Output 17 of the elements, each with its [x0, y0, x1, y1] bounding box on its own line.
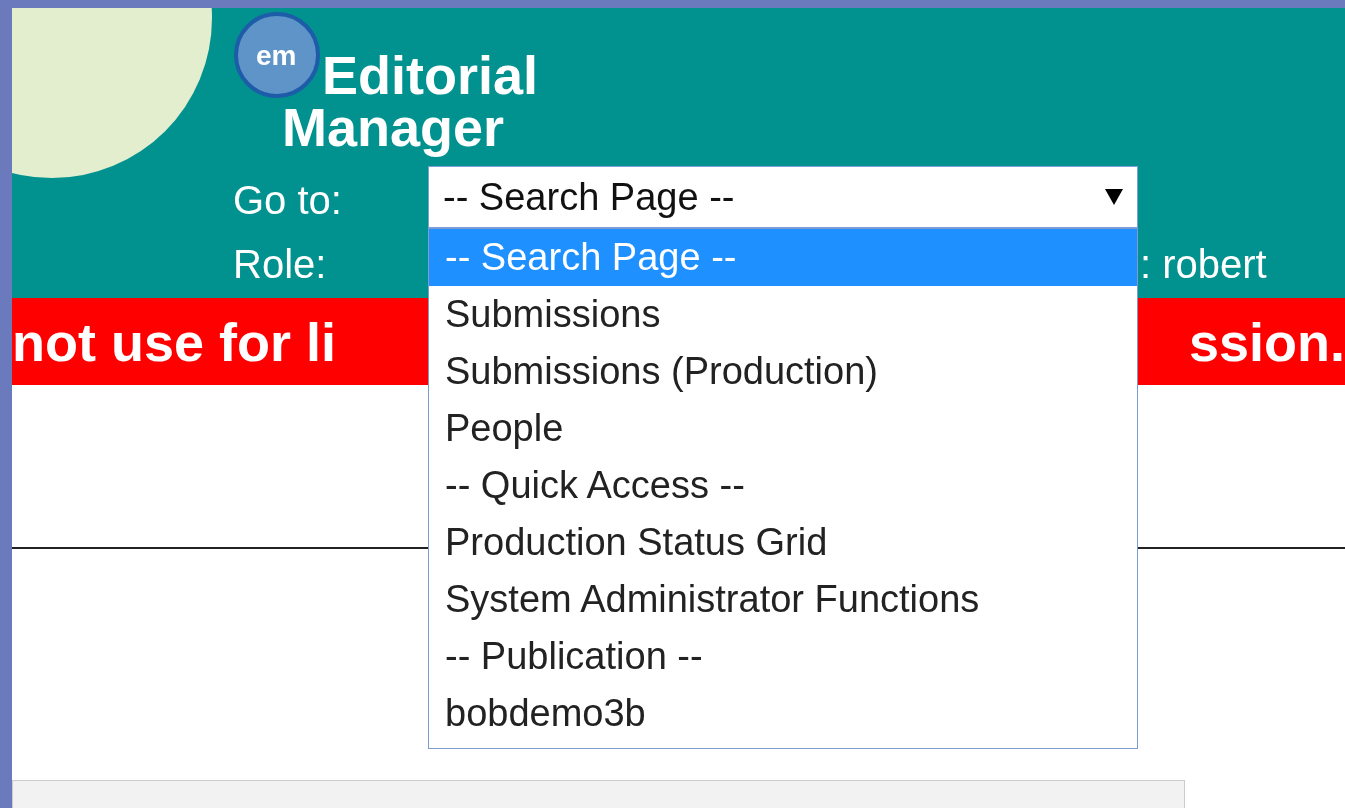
dropdown-option[interactable]: Submissions (Production) [429, 343, 1137, 400]
dropdown-option[interactable]: People [429, 400, 1137, 457]
dropdown-option[interactable]: bobdemo3b [429, 685, 1137, 742]
warning-text: ssion. [1188, 314, 1345, 369]
dropdown-option[interactable]: -- Quick Access -- [429, 457, 1137, 514]
dropdown-option[interactable]: Submissions [429, 286, 1137, 343]
goto-label: Go to: [233, 180, 342, 220]
caret-icon [1105, 189, 1123, 205]
goto-select[interactable]: -- Search Page -- [428, 166, 1138, 228]
logo-text: Editorial [322, 48, 539, 102]
dropdown-option[interactable]: System Administrator Functions [429, 571, 1137, 628]
dropdown-option[interactable]: Production Status Grid [429, 514, 1137, 571]
role-label: Role: [233, 244, 327, 284]
warning-text: not use for li [12, 314, 336, 369]
dropdown-option[interactable]: -- Publication -- [429, 628, 1137, 685]
user-name-text: : robert [1140, 244, 1267, 284]
logo-badge-text: em [256, 42, 297, 70]
